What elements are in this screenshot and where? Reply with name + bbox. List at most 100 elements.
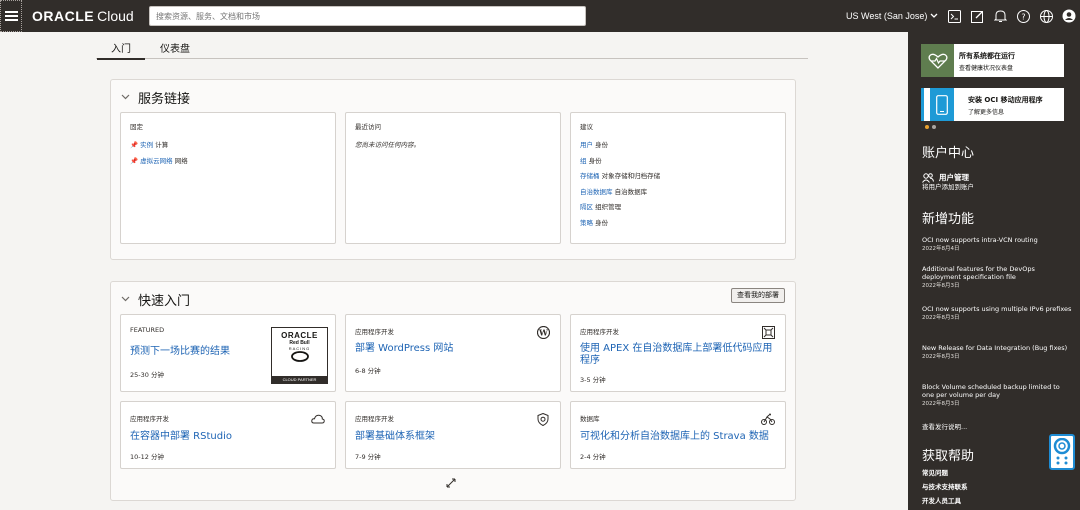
news-text[interactable]: OCI now supports using multiple IPv6 pre… <box>922 305 1072 313</box>
tab-dashboard[interactable]: 仪表盘 <box>160 40 190 55</box>
logo-text: CLOUD PARTNER <box>272 376 327 383</box>
card-title[interactable]: 使用 APEX 在自治数据库上部署低代码应用程序 <box>580 343 778 367</box>
cloud-shell-terminal-icon[interactable] <box>946 8 962 24</box>
system-status-promo[interactable]: 所有系统都在运行 查看健康状况仪表盘 <box>921 44 1064 77</box>
bell-icon[interactable] <box>992 8 1008 24</box>
card-category: FEATURED <box>130 326 165 334</box>
news-item[interactable]: Additional features for the DevOps deplo… <box>922 265 1072 290</box>
pinned-link-instances[interactable]: 实例 <box>140 141 153 149</box>
logo-cloud-text: Cloud <box>97 8 134 24</box>
news-text[interactable]: Block Volume scheduled backup limited to… <box>922 383 1072 399</box>
suggested-link-policies[interactable]: 策略 <box>580 219 593 227</box>
quickstart-card-featured[interactable]: FEATURED 预测下一场比赛的结果 25-30 分钟 ORACLE Red … <box>120 314 336 392</box>
card-title[interactable]: 预测下一场比赛的结果 <box>130 346 260 358</box>
news-item[interactable]: New Release for Data Integration (Bug fi… <box>922 344 1072 361</box>
edit-icon[interactable] <box>969 8 985 24</box>
suggested-link-autonomous-db[interactable]: 自治数据库 <box>580 188 613 196</box>
quickstart-card-rstudio[interactable]: 应用程序开发 在容器中部署 RStudio 10-12 分钟 <box>120 401 336 469</box>
news-text[interactable]: New Release for Data Integration (Bug fi… <box>922 344 1072 352</box>
card-title[interactable]: 部署 WordPress 网站 <box>355 343 545 355</box>
page-tabs: 入门 仪表盘 <box>96 32 808 60</box>
suggested-link-compartments[interactable]: 隔区 <box>580 203 593 211</box>
expand-arrows-icon[interactable] <box>446 478 456 491</box>
wordpress-icon: W <box>536 325 550 339</box>
service-links-header[interactable]: 服务链接 <box>121 88 190 107</box>
quickstart-card-apex[interactable]: 应用程序开发 使用 APEX 在自治数据库上部署低代码应用程序 3-5 分钟 <box>570 314 786 392</box>
news-item[interactable]: OCI now supports intra-VCN routing 2022年… <box>922 236 1072 253</box>
news-date: 2022年8月3日 <box>922 401 960 407</box>
suggested-item: 存储桶 对象存储和归档存储 <box>580 169 660 185</box>
quickstart-title: 快速入门 <box>138 294 191 309</box>
news-date: 2022年8月3日 <box>922 315 960 321</box>
news-date: 2022年8月4日 <box>922 246 960 252</box>
user-profile-icon[interactable] <box>1061 8 1077 24</box>
service-links-panel: 服务链接 固定 📌 实例 计算 📌 虚拟云网络 网络 最近访问 您尚未访问任何内… <box>110 79 796 260</box>
suggested-link-buckets[interactable]: 存储桶 <box>580 172 600 180</box>
logo-oracle-text: ORACLE <box>32 8 95 24</box>
region-label: US West (San Jose) <box>846 11 928 21</box>
news-item[interactable]: Block Volume scheduled backup limited to… <box>922 383 1072 408</box>
global-search-input[interactable] <box>149 6 586 26</box>
svg-text:W: W <box>538 327 549 337</box>
pinned-item: 📌 虚拟云网络 网络 <box>130 154 188 170</box>
quickstart-header[interactable]: 快速入门 <box>121 290 190 309</box>
pinned-link-vcn[interactable]: 虚拟云网络 <box>140 157 173 165</box>
suggested-item-category: 身份 <box>588 156 602 165</box>
help-link-dev-tools[interactable]: 开发人员工具 <box>922 497 961 505</box>
quickstart-card-wordpress[interactable]: 应用程序开发 W 部署 WordPress 网站 6-8 分钟 <box>345 314 561 392</box>
card-category: 应用程序开发 <box>355 415 394 423</box>
news-item[interactable]: OCI now supports using multiple IPv6 pre… <box>922 305 1072 322</box>
suggested-link-groups[interactable]: 组 <box>580 157 587 165</box>
pinned-item-category: 网络 <box>174 156 188 165</box>
help-icon[interactable]: ? <box>1015 8 1031 24</box>
ring-icon <box>290 351 309 362</box>
release-notes-link[interactable]: 查看发行说明... <box>922 423 967 431</box>
lifebuoy-icon <box>1053 438 1071 465</box>
region-selector[interactable]: US West (San Jose) <box>846 0 938 32</box>
cloud-icon <box>311 412 325 426</box>
suggested-item-category: 身份 <box>595 141 609 149</box>
quickstart-card-landing-zone[interactable]: 应用程序开发 部署基础体系框架 7-9 分钟 <box>345 401 561 469</box>
suggested-item-category: 组织管理 <box>595 203 622 211</box>
chevron-down-icon <box>121 294 130 305</box>
globe-language-icon[interactable] <box>1038 8 1054 24</box>
news-text[interactable]: OCI now supports intra-VCN routing <box>922 236 1072 244</box>
suggested-link-users[interactable]: 用户 <box>580 141 593 149</box>
pinned-item-category: 计算 <box>155 141 169 149</box>
card-duration: 25-30 分钟 <box>130 371 164 379</box>
news-text[interactable]: Additional features for the DevOps deplo… <box>922 265 1072 281</box>
card-title[interactable]: 在容器中部署 RStudio <box>130 431 320 443</box>
promo-subtitle: 了解更多信息 <box>968 109 1005 116</box>
card-category: 数据库 <box>580 415 600 423</box>
suggested-item-category: 自治数据库 <box>614 187 648 196</box>
help-widget-button[interactable] <box>1049 434 1075 470</box>
carousel-dot-active[interactable] <box>925 125 929 129</box>
oracle-cloud-logo[interactable]: ORACLE Cloud <box>32 8 134 24</box>
card-category: 应用程序开发 <box>130 415 169 423</box>
suggested-item: 用户 身份 <box>580 138 660 154</box>
card-duration: 2-4 分钟 <box>580 453 606 461</box>
user-management-subtitle: 将用户添加到账户 <box>922 183 974 191</box>
mobile-app-promo[interactable]: 安装 OCI 移动应用程序 了解更多信息 <box>921 88 1064 121</box>
help-link-faq[interactable]: 常见问题 <box>922 469 948 477</box>
carousel-dots[interactable] <box>925 125 939 129</box>
view-my-deployments-button[interactable]: 查看我的部署 <box>731 288 785 303</box>
card-duration: 3-5 分钟 <box>580 376 606 384</box>
news-date: 2022年8月3日 <box>922 354 960 360</box>
pinned-card: 固定 📌 实例 计算 📌 虚拟云网络 网络 <box>120 112 336 244</box>
recent-card-head: 最近访问 <box>355 123 381 131</box>
menu-icon <box>4 11 18 21</box>
help-link-support[interactable]: 与技术支持联系 <box>922 483 968 491</box>
suggested-item: 组 身份 <box>580 154 660 170</box>
pin-icon: 📌 <box>130 141 139 149</box>
mobile-icon <box>930 88 954 121</box>
quickstart-card-strava[interactable]: 数据库 可视化和分析自治数据库上的 Strava 数据 2-4 分钟 <box>570 401 786 469</box>
tab-getting-started[interactable]: 入门 <box>97 40 145 60</box>
hamburger-menu-button[interactable] <box>0 0 22 32</box>
account-center-title: 账户中心 <box>922 146 975 161</box>
carousel-dot[interactable] <box>932 125 936 129</box>
apex-icon <box>761 325 775 339</box>
card-title[interactable]: 部署基础体系框架 <box>355 431 545 443</box>
card-title[interactable]: 可视化和分析自治数据库上的 Strava 数据 <box>580 431 780 443</box>
quickstart-panel: 快速入门 查看我的部署 FEATURED 预测下一场比赛的结果 25-30 分钟… <box>110 281 796 501</box>
